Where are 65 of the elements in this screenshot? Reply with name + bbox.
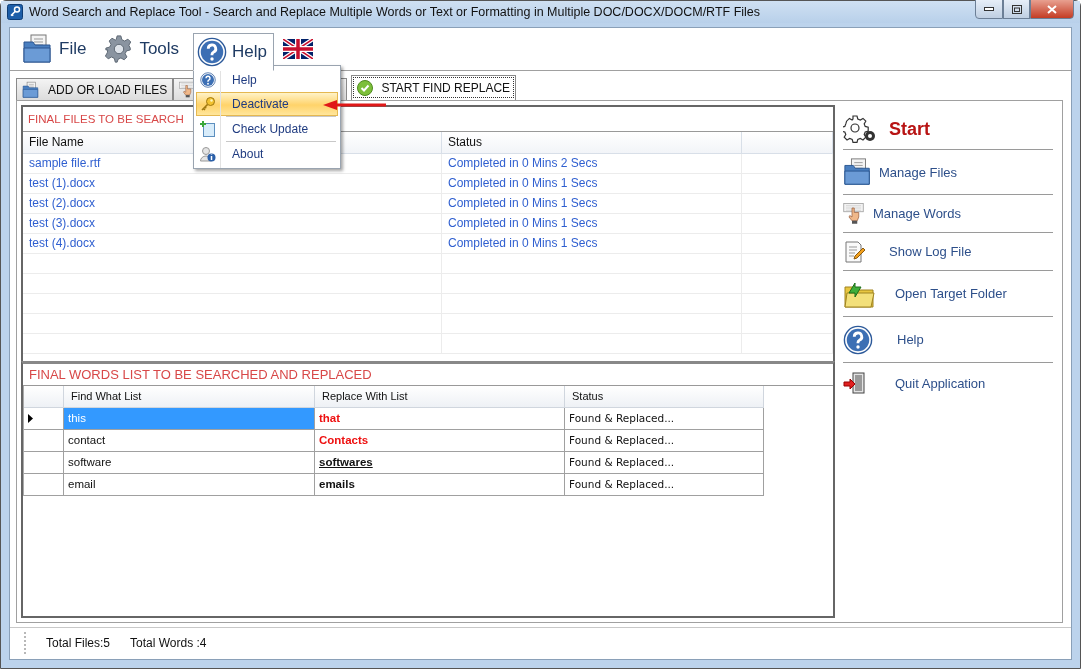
pointer-arrow	[323, 100, 387, 110]
menu-item[interactable]: Tools	[100, 31, 187, 67]
file-name-cell: test (1).docx	[23, 174, 442, 194]
sidebar-item[interactable]: Show Log File	[843, 233, 1053, 271]
find-cell[interactable]: email	[64, 474, 315, 496]
replace-cell[interactable]: softwares	[315, 452, 565, 474]
sidebar-item[interactable]: Manage Files	[843, 150, 1053, 195]
gears-icon	[843, 115, 877, 143]
status-cell: Completed in 0 Mins 1 Secs	[442, 174, 742, 194]
total-files-label: Total Files:5	[46, 636, 111, 650]
status-cell: Found & Replaced...	[565, 474, 764, 496]
tab[interactable]: START FIND REPLACE	[351, 75, 517, 100]
menu-entry[interactable]: Help	[196, 68, 339, 92]
file-name-cell: test (3).docx	[23, 214, 442, 234]
replace-cell[interactable]: that	[315, 408, 565, 430]
menu-item[interactable]: File	[18, 31, 94, 67]
user-info-icon	[200, 146, 217, 162]
replace-cell[interactable]: Contacts	[315, 430, 565, 452]
file-name-cell: test (2).docx	[23, 194, 442, 214]
sidebar-item[interactable]: Open Target Folder	[843, 271, 1053, 317]
sidebar-item[interactable]: Quit Application	[843, 363, 1053, 403]
minimize-icon	[984, 7, 994, 11]
tab[interactable]: ADD OR LOAD FILES	[16, 78, 174, 100]
keyboard-hand-icon	[843, 201, 867, 226]
menu-item[interactable]: Help	[193, 33, 275, 71]
status-cell: Completed in 0 Mins 1 Secs	[442, 194, 742, 214]
window-title: Word Search and Replace Tool - Search and Replace Multiple Words or Text or Formatting in Multiple DOC/DOCX/DOCM/RTF Files	[29, 5, 762, 19]
sidebar-item[interactable]: Manage Words	[843, 195, 1053, 233]
status-cell: Completed in 0 Mins 2 Secs	[442, 154, 742, 174]
folder-document-icon	[22, 80, 40, 99]
row-header[interactable]	[24, 408, 64, 430]
status-cell: Found & Replaced...	[565, 430, 764, 452]
column-header: Find What List	[64, 386, 315, 408]
file-name-cell: test (4).docx	[23, 234, 442, 254]
sidebar-item[interactable]: Help	[843, 317, 1053, 363]
total-words-label: Total Words :4	[130, 636, 207, 650]
check-icon	[357, 80, 374, 96]
find-cell[interactable]: software	[64, 452, 315, 474]
column-header: Status	[442, 132, 742, 154]
document-pencil-icon	[843, 239, 867, 264]
folder-document-icon	[22, 33, 54, 65]
column-header: Replace With List	[315, 386, 565, 408]
flag-icon[interactable]	[283, 39, 314, 59]
menu-entry[interactable]: Deactivate	[196, 92, 339, 116]
minimize-button[interactable]	[975, 0, 1003, 19]
replace-cell[interactable]: emails	[315, 474, 565, 496]
status-cell: Completed in 0 Mins 1 Secs	[442, 214, 742, 234]
exit-door-icon	[843, 371, 867, 395]
status-cell: Found & Replaced...	[565, 408, 764, 430]
help-icon	[843, 324, 873, 355]
sidebar-item[interactable]: Start	[843, 109, 1053, 150]
page-plus-icon	[200, 121, 217, 137]
restore-button[interactable]	[1003, 0, 1030, 19]
app-icon	[7, 4, 23, 20]
status-cell: Found & Replaced...	[565, 452, 764, 474]
help-icon	[197, 37, 228, 67]
close-button[interactable]	[1030, 0, 1074, 19]
status-cell: Completed in 0 Mins 1 Secs	[442, 234, 742, 254]
column-header: Status	[565, 386, 764, 408]
restore-icon	[1011, 4, 1022, 14]
find-cell[interactable]: contact	[64, 430, 315, 452]
close-icon	[1047, 4, 1057, 14]
help-icon	[200, 72, 217, 88]
folder-document-icon	[843, 157, 873, 187]
key-icon	[200, 96, 217, 112]
